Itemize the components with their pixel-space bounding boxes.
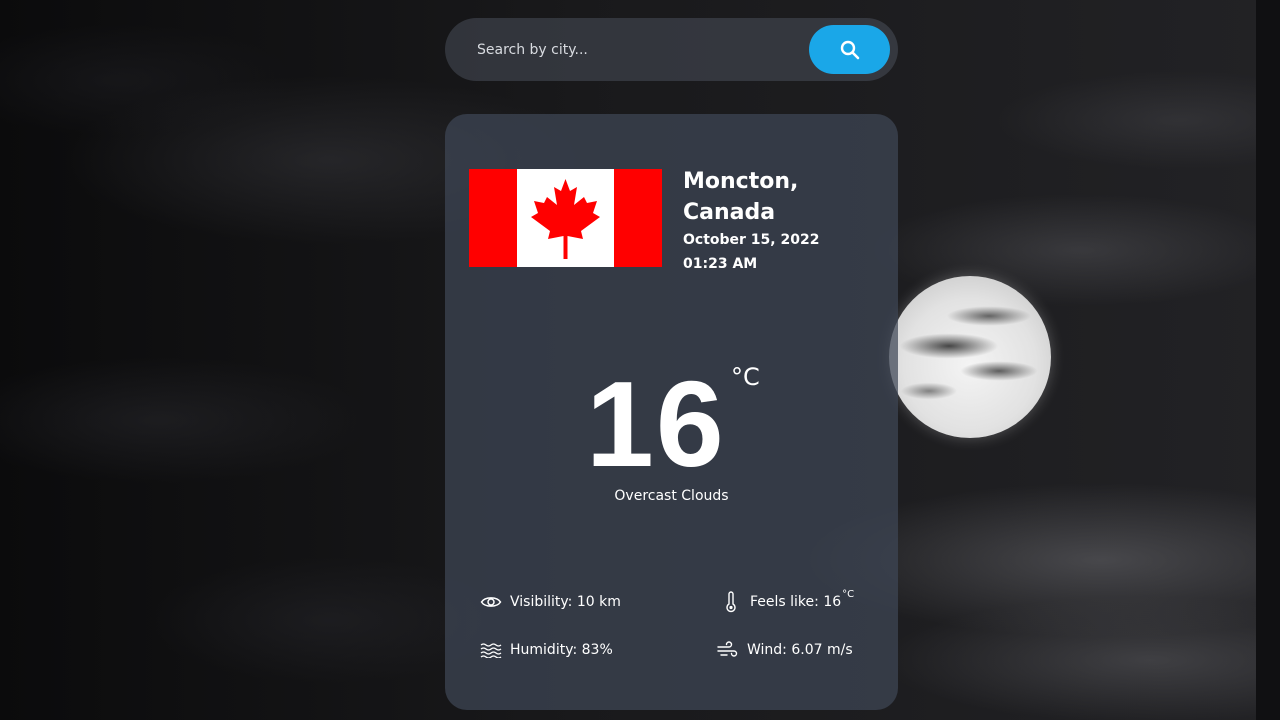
weather-card: Moncton, Canada October 15, 2022 01:23 A…: [445, 114, 898, 710]
local-time: 01:23 AM: [683, 256, 758, 272]
search-icon: [840, 40, 859, 59]
local-date: October 15, 2022: [683, 232, 820, 248]
wind-label: Wind: 6.07 m/s: [747, 642, 853, 658]
moon-image: [889, 276, 1051, 438]
background-edge: [1256, 0, 1280, 720]
search-bar: [445, 18, 898, 81]
city-name: Moncton, Canada: [683, 166, 883, 228]
weather-condition: Overcast Clouds: [614, 488, 729, 504]
search-button[interactable]: [809, 25, 890, 74]
humidity-label: Humidity: 83%: [510, 642, 613, 658]
visibility-stat: Visibility: 10 km: [480, 591, 621, 613]
temperature-unit: °C: [731, 363, 760, 391]
temperature-display: 16 °C: [445, 354, 898, 494]
feels-like-stat: Feels like: 16 °C: [720, 589, 854, 613]
wind-stat: Wind: 6.07 m/s: [717, 639, 853, 661]
thermometer-icon: [720, 591, 742, 613]
feels-like-unit: °C: [842, 589, 855, 600]
temperature-value: 16: [586, 356, 726, 492]
feels-like-label: Feels like: 16: [750, 594, 842, 610]
eye-icon: [480, 591, 502, 613]
canada-flag: [469, 169, 662, 267]
country-line: Canada: [683, 200, 776, 225]
app-background: Moncton, Canada October 15, 2022 01:23 A…: [0, 0, 1280, 720]
search-input[interactable]: [465, 32, 819, 68]
city-line: Moncton,: [683, 169, 799, 194]
wind-icon: [717, 639, 739, 661]
humidity-stat: Humidity: 83%: [480, 639, 613, 661]
visibility-label: Visibility: 10 km: [510, 594, 621, 610]
waves-icon: [480, 639, 502, 661]
